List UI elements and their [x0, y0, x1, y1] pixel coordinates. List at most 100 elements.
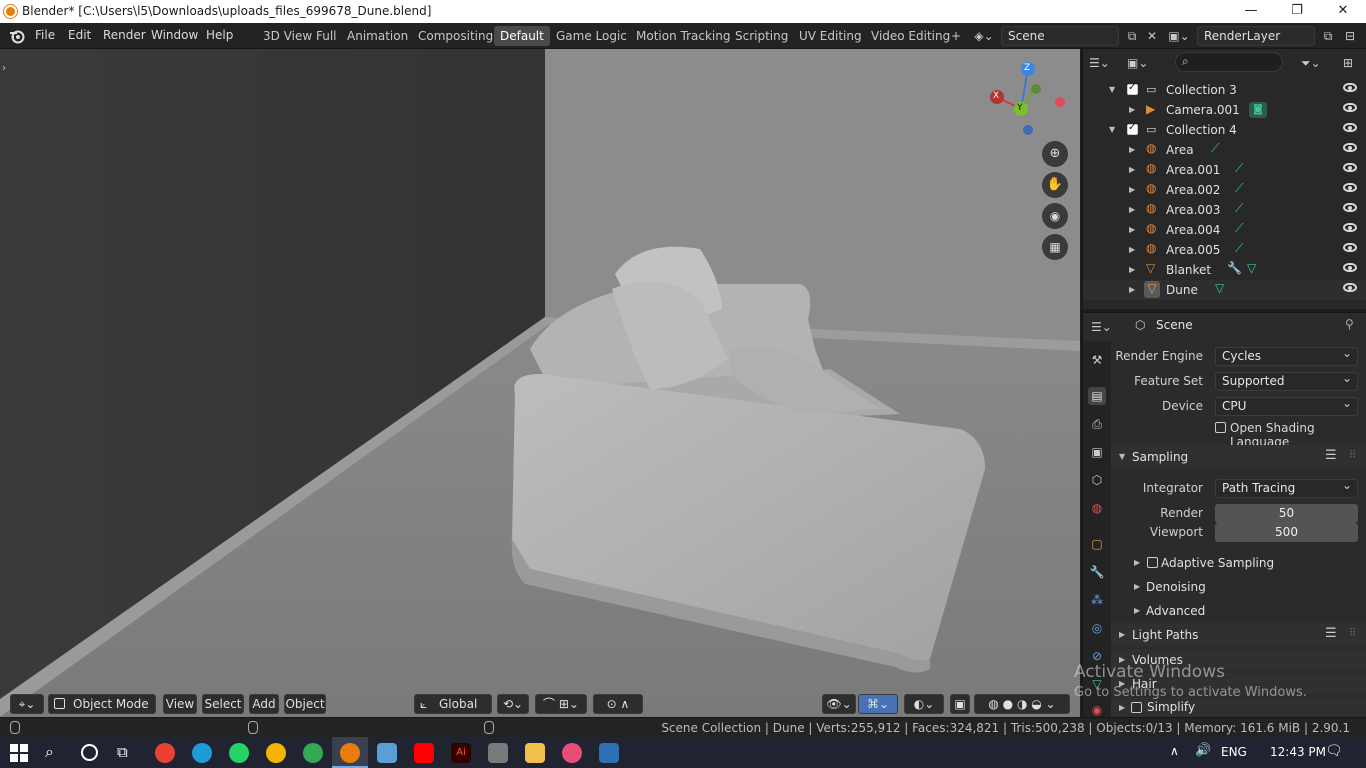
copy-view-layer-icon[interactable]: ⧉ — [1317, 26, 1339, 46]
menu-render[interactable]: Render — [103, 28, 146, 42]
proportional-editing-icon[interactable]: ⊙ ∧ — [593, 694, 643, 714]
remove-scene-icon[interactable]: ✕ — [1141, 26, 1163, 46]
integrator-dropdown[interactable]: Path Tracing — [1215, 477, 1358, 498]
eye-icon[interactable] — [1343, 203, 1357, 212]
close-button[interactable]: ✕ — [1320, 0, 1366, 23]
advanced-subpanel[interactable]: ▶ Advanced — [1123, 601, 1363, 621]
visibility-icon[interactable]: 👁⌄ — [822, 694, 856, 714]
camera-view-icon[interactable]: ◉ — [1042, 203, 1068, 229]
3d-viewport[interactable]: › Z X Y ⊕ ✋ ◉ ▦ ⌖⌄ Object Mode View Sele… — [0, 49, 1080, 717]
clock[interactable]: 12:43 PM — [1270, 745, 1326, 759]
eye-icon[interactable] — [1343, 103, 1357, 112]
select-menu[interactable]: Select — [202, 694, 244, 714]
menu-edit[interactable]: Edit — [68, 28, 91, 42]
expand-icon[interactable]: ▶ — [1129, 285, 1135, 294]
eye-icon[interactable] — [1343, 283, 1357, 292]
eye-icon[interactable] — [1343, 143, 1357, 152]
tab-game-logic[interactable]: Game Logic — [550, 26, 633, 46]
sampling-section-header[interactable]: ▼ Sampling ☰ ⠿ — [1111, 445, 1366, 469]
photos-icon[interactable] — [377, 743, 397, 763]
expand-icon[interactable]: ▶ — [1129, 165, 1135, 174]
light-data-icon[interactable]: ⟋ — [1235, 201, 1243, 216]
shading-mode-icons[interactable]: ◍ ● ◑ ◒ ⌄ — [974, 694, 1070, 714]
light-data-icon[interactable]: ⟋ — [1235, 221, 1243, 236]
osl-checkbox[interactable] — [1215, 422, 1226, 433]
blender-taskbar-button[interactable] — [332, 737, 368, 768]
exclude-checkbox[interactable] — [1127, 82, 1138, 95]
perspective-grid-icon[interactable]: ▦ — [1042, 234, 1068, 260]
view-menu[interactable]: View — [163, 694, 197, 714]
illustrator-icon[interactable]: Ai — [451, 743, 471, 763]
pin-icon[interactable]: ⚲ — [1345, 317, 1354, 331]
eye-icon[interactable] — [1343, 83, 1357, 92]
notifications-icon[interactable]: 🗨 — [1325, 743, 1343, 759]
scene-selector-icon[interactable]: ◈⌄ — [973, 26, 995, 46]
object-menu[interactable]: Object — [284, 694, 326, 714]
eye-icon[interactable] — [1343, 263, 1357, 272]
edge-icon[interactable] — [192, 743, 212, 763]
tab-3d-view-full[interactable]: 3D View Full — [257, 26, 343, 46]
expand-icon[interactable]: ▶ — [1129, 265, 1135, 274]
expand-icon[interactable]: ▶ — [1129, 105, 1135, 114]
app-circle-icon[interactable] — [562, 743, 582, 763]
outliner-row-area-001[interactable]: ▶ ◍ Area.001 ⟋ — [1083, 160, 1366, 180]
camera-data-icon[interactable]: ◙ — [1249, 102, 1267, 118]
file-explorer-icon[interactable] — [525, 743, 545, 763]
particles-tab-icon[interactable]: ⁂ — [1088, 591, 1106, 609]
cortana-icon[interactable] — [81, 744, 98, 761]
copy-scene-icon[interactable]: ⧉ — [1121, 26, 1143, 46]
outliner-row-area-004[interactable]: ▶ ◍ Area.004 ⟋ — [1083, 220, 1366, 240]
viewport-samples-field[interactable]: 500 — [1215, 523, 1358, 542]
menu-window[interactable]: Window — [151, 28, 198, 42]
tray-chevron-icon[interactable]: ∧ — [1170, 744, 1179, 758]
gizmo-toggle-icon[interactable]: ⌘⌄ — [858, 694, 898, 714]
view-layer-tab-icon[interactable]: ▣ — [1088, 443, 1106, 461]
expand-icon[interactable]: ▶ — [1129, 145, 1135, 154]
xray-icon[interactable]: ▣ — [950, 694, 970, 714]
eye-icon[interactable] — [1343, 223, 1357, 232]
simplify-section-header[interactable]: ▶ Simplify — [1111, 697, 1366, 718]
expand-icon[interactable]: ▶ — [1129, 225, 1135, 234]
tab-compositing[interactable]: Compositing — [412, 26, 499, 46]
tab-motion-tracking[interactable]: Motion Tracking — [630, 26, 736, 46]
drag-handle-icon[interactable]: ⠿ — [1349, 450, 1356, 461]
language-indicator[interactable]: ENG — [1221, 745, 1247, 759]
outliner-display-mode-icon[interactable]: ☰⌄ — [1089, 53, 1125, 73]
search-icon[interactable]: ⌕ — [45, 742, 54, 762]
modifier-wrench-icon[interactable]: 🔧 — [1227, 261, 1242, 275]
adaptive-sampling-checkbox[interactable] — [1147, 557, 1158, 568]
youtube-icon[interactable] — [414, 743, 434, 763]
calculator-icon[interactable] — [599, 743, 619, 763]
tab-video-editing[interactable]: Video Editing — [865, 26, 956, 46]
maximize-button[interactable]: ❐ — [1274, 0, 1320, 23]
outliner-row-dune[interactable]: ▶ ▽ Dune ▽ — [1083, 280, 1366, 300]
new-collection-icon[interactable]: ⊞ — [1343, 53, 1363, 73]
expand-icon[interactable]: ▶ — [1129, 185, 1135, 194]
eye-icon[interactable] — [1343, 183, 1357, 192]
expand-icon[interactable]: ▼ — [1109, 125, 1115, 134]
simplify-checkbox[interactable] — [1131, 702, 1142, 713]
expand-icon[interactable]: ▶ — [1129, 205, 1135, 214]
light-data-icon[interactable]: ⟋ — [1235, 161, 1243, 176]
light-data-icon[interactable]: ⟋ — [1235, 181, 1243, 196]
properties-editor-type-icon[interactable]: ☰⌄ — [1091, 317, 1123, 337]
device-dropdown[interactable]: CPU — [1215, 395, 1358, 416]
pivot-point-icon[interactable]: ⟲⌄ — [497, 694, 529, 714]
blender-menu-icon[interactable] — [8, 27, 26, 45]
remove-view-layer-icon[interactable]: ⊟ — [1339, 26, 1361, 46]
eye-icon[interactable] — [1343, 243, 1357, 252]
view-layer-selector-icon[interactable]: ▣⌄ — [1168, 26, 1190, 46]
snap-icon[interactable]: ⌒ ⊞⌄ — [535, 694, 587, 714]
outliner-row-collection-4[interactable]: ▼ ▭ Collection 4 — [1083, 120, 1366, 140]
editor-type-icon[interactable]: ⌖⌄ — [10, 694, 44, 714]
pan-hand-icon[interactable]: ✋ — [1042, 172, 1068, 198]
task-view-icon[interactable]: ⧉ — [117, 743, 128, 761]
filter-icon[interactable]: ⏷⌄ — [1301, 53, 1337, 73]
outliner-search-input[interactable]: ⌕ — [1175, 52, 1283, 72]
exclude-checkbox[interactable] — [1127, 122, 1138, 135]
outliner-row-area-005[interactable]: ▶ ◍ Area.005 ⟋ — [1083, 240, 1366, 260]
mesh-data-icon[interactable]: ▽ — [1215, 281, 1224, 295]
overlays-icon[interactable]: ◐⌄ — [904, 694, 944, 714]
minimize-button[interactable]: — — [1228, 0, 1274, 23]
modifier-tab-icon[interactable]: 🔧 — [1088, 563, 1106, 581]
